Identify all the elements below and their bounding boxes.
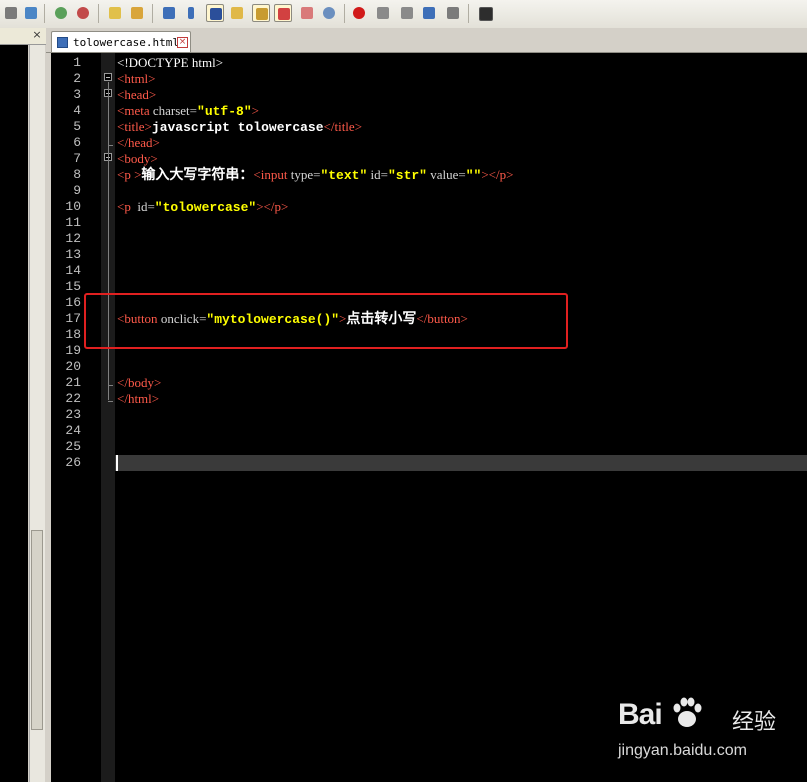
folder-icon[interactable] [228, 4, 246, 22]
record-macro-icon[interactable] [350, 4, 368, 22]
line-number: 17 [65, 311, 81, 326]
eye-icon[interactable] [320, 4, 338, 22]
code-line-22: </html> [117, 391, 160, 406]
line-number: 22 [65, 391, 81, 406]
code-line-8: <p >输入大写字符串：<input type="text" id="str" … [117, 167, 514, 183]
stop-icon[interactable] [374, 4, 392, 22]
doc-icon[interactable] [274, 4, 292, 22]
line-number: 24 [65, 423, 81, 438]
fold-toggle-html[interactable] [104, 73, 112, 81]
tab-tolowercase-html[interactable]: tolowercase.html × [51, 31, 191, 52]
code-line-2: <html> [117, 71, 156, 86]
tab-close-icon[interactable]: × [177, 37, 188, 48]
fast-forward-icon[interactable] [420, 4, 438, 22]
line-number: 14 [65, 263, 81, 278]
line-number: 13 [65, 247, 81, 262]
line-number: 2 [73, 71, 81, 86]
line-number: 18 [65, 327, 81, 342]
highlight-box [84, 293, 568, 349]
wrap-icon[interactable] [160, 4, 178, 22]
line-number: 19 [65, 343, 81, 358]
panel-icon[interactable] [298, 4, 316, 22]
line-number: 11 [65, 215, 81, 230]
line-number: 1 [73, 55, 81, 70]
current-line-highlight [115, 455, 807, 471]
line-number: 5 [73, 119, 81, 134]
console-icon[interactable] [476, 4, 494, 22]
window-icon[interactable] [106, 4, 124, 22]
baidu-jingyan-watermark: Bai 经验 jingyan.baidu.com [600, 690, 800, 770]
line-number-gutter: 1 2 3 4 5 6 7 8 9 10 11 12 13 14 15 16 17 18 19 20 21 22 23 24 2… [51, 53, 101, 782]
window2-icon[interactable] [128, 4, 146, 22]
code-editor[interactable]: 1 2 3 4 5 6 7 8 9 10 11 12 13 14 15 16 17 18 19 20 21 22 23 24 2… [51, 53, 807, 782]
code-line-6: </head> [117, 135, 160, 150]
scrollbar-thumb[interactable] [31, 530, 43, 730]
code-line-5: <title>javascript tolowercase</title> [117, 119, 363, 135]
code-line-1: <!DOCTYPE html> [117, 55, 224, 70]
play-icon[interactable] [398, 4, 416, 22]
text-caret [116, 455, 118, 471]
line-number: 25 [65, 439, 81, 454]
tab-label: tolowercase.html [73, 36, 179, 49]
code-line-21: </body> [117, 375, 162, 390]
toolbar [0, 0, 807, 29]
side-panel-scrollbar[interactable] [29, 45, 45, 782]
line-number: 4 [73, 103, 81, 118]
code-line-3: <head> [117, 87, 157, 102]
code-line-7: <body> [117, 151, 158, 166]
tab-bar: tolowercase.html × [46, 28, 807, 53]
line-number: 12 [65, 231, 81, 246]
code-line-4: <meta charset="utf-8"> [117, 103, 259, 119]
line-number: 15 [65, 279, 81, 294]
line-number: 23 [65, 407, 81, 422]
network-icon[interactable] [2, 4, 20, 22]
line-number: 8 [73, 167, 81, 182]
line-number: 9 [73, 183, 81, 198]
side-panel-close-icon[interactable]: × [31, 29, 43, 41]
line-number: 7 [73, 151, 81, 166]
paw-icon [673, 697, 702, 727]
side-panel-header: × [0, 28, 46, 45]
watermark-logo-text: Bai [618, 698, 663, 731]
zoom-out-icon[interactable] [74, 4, 92, 22]
line-number: 20 [65, 359, 81, 374]
chart-icon[interactable] [252, 4, 270, 22]
line-number: 26 [65, 455, 81, 470]
save-icon [57, 37, 68, 48]
code-area[interactable]: <!DOCTYPE html> <html> <head> <meta char… [115, 53, 807, 782]
line-number: 21 [65, 375, 81, 390]
line-number: 16 [65, 295, 81, 310]
sync-icon[interactable] [22, 4, 40, 22]
line-number: 3 [73, 87, 81, 102]
line-number: 6 [73, 135, 81, 150]
code-line-10: <p id="tolowercase"></p> [117, 199, 289, 215]
side-panel: × [0, 28, 46, 782]
line-number: 10 [65, 199, 81, 214]
watermark-url: jingyan.baidu.com [618, 742, 747, 759]
pilcrow-icon[interactable] [182, 4, 200, 22]
save-macro-icon[interactable] [444, 4, 462, 22]
zoom-in-icon[interactable] [52, 4, 70, 22]
fold-margin [101, 53, 115, 782]
indent-guide-icon[interactable] [206, 4, 224, 22]
side-panel-content [0, 45, 28, 782]
watermark-jingyan-text: 经验 [732, 710, 777, 735]
